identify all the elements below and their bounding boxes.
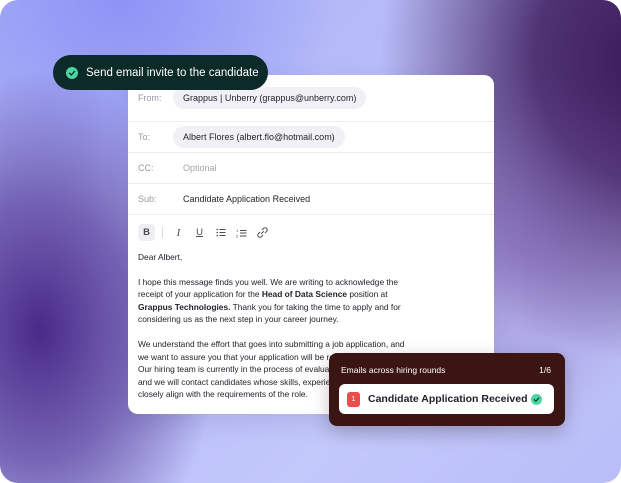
italic-button[interactable]: I (170, 224, 187, 241)
cc-field[interactable]: CC: Optional (128, 153, 494, 184)
to-label: To: (138, 132, 151, 142)
company-name: Grappus Technologies. (138, 301, 231, 312)
round-number-badge: 1 (347, 391, 360, 407)
rounds-title: Emails across hiring rounds (341, 365, 446, 375)
svg-text:2: 2 (236, 233, 239, 238)
cc-label: CC: (138, 163, 154, 173)
toolbar-divider (162, 227, 163, 238)
check-circle-icon (531, 393, 542, 405)
subject-label: Sub: (138, 194, 157, 204)
link-icon (257, 227, 268, 238)
from-chip[interactable]: Grappus | Unberry (grappus@unberry.com) (173, 87, 367, 109)
rounds-header: Emails across hiring rounds 1/6 (329, 353, 565, 375)
numbered-list-button[interactable]: 12 (233, 224, 250, 241)
rounds-counter: 1/6 (539, 365, 551, 375)
underline-button[interactable]: U (191, 224, 208, 241)
from-label: From: (138, 93, 162, 103)
svg-text:1: 1 (236, 228, 239, 233)
email-greeting: Dear Albert, (138, 252, 183, 262)
hiring-rounds-card: Emails across hiring rounds 1/6 1 Candid… (329, 353, 565, 426)
to-chip[interactable]: Albert Flores (albert.flo@hotmail.com) (173, 126, 345, 148)
subject-field[interactable]: Sub: Candidate Application Received (128, 184, 494, 215)
bullet-list-icon (215, 228, 225, 237)
background-stage: Send email invite to the candidate From:… (0, 0, 621, 483)
numbered-list-icon: 12 (236, 228, 247, 238)
bullet-list-button[interactable] (212, 224, 229, 241)
toast-text: Send email invite to the candidate (86, 66, 259, 79)
send-invite-toast: Send email invite to the candidate (53, 55, 268, 90)
bold-button[interactable]: B (138, 224, 155, 241)
italic-icon: I (176, 226, 181, 239)
round-title: Candidate Application Received (368, 393, 528, 405)
formatting-toolbar: B I U 12 (128, 215, 494, 241)
p1-text-b: position at (347, 289, 388, 300)
underline-icon: U (196, 227, 203, 238)
round-item[interactable]: 1 Candidate Application Received (339, 384, 554, 414)
subject-input[interactable]: Candidate Application Received (173, 194, 310, 204)
link-button[interactable] (254, 224, 271, 241)
job-title: Head of Data Science (261, 289, 348, 300)
email-paragraph-1: I hope this message finds you well. We a… (138, 276, 416, 326)
to-field: To: Albert Flores (albert.flo@hotmail.co… (128, 122, 494, 153)
cc-input[interactable]: Optional (173, 163, 217, 173)
check-circle-icon (66, 66, 78, 79)
